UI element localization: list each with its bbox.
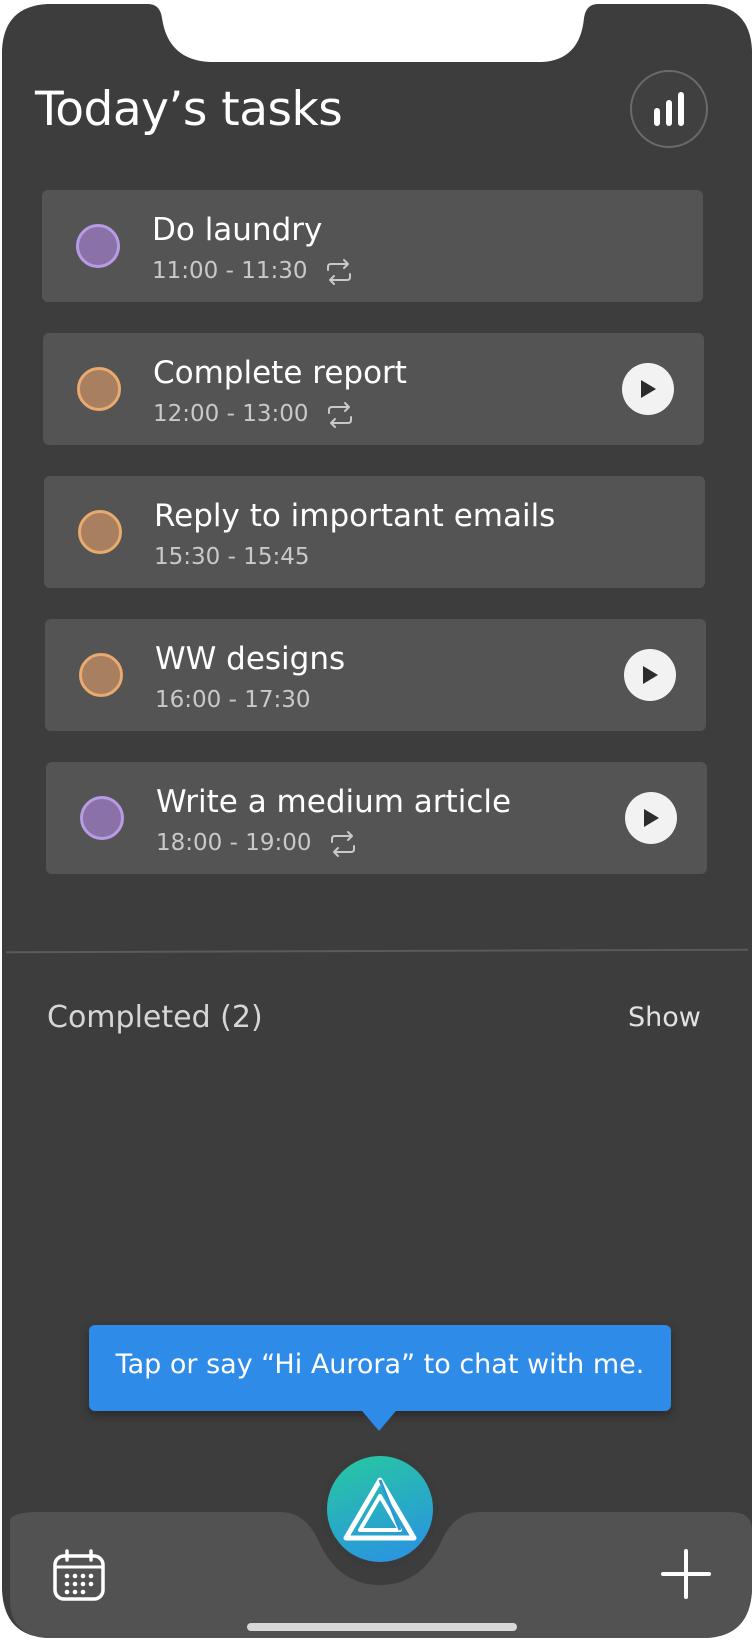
assistant-tooltip: Tap or say “Hi Aurora” to chat with me. — [89, 1325, 671, 1411]
task-name: WW designs — [155, 641, 346, 677]
completed-section-label: Completed (2) — [47, 1000, 263, 1035]
task-status-dot[interactable] — [77, 367, 121, 411]
stats-button[interactable] — [630, 70, 708, 148]
task-name: Do laundry — [152, 212, 323, 248]
task-time: 15:30 - 15:45 — [154, 544, 310, 570]
play-icon — [643, 666, 658, 684]
task-name: Write a medium article — [156, 784, 512, 820]
bar-chart-icon — [654, 92, 684, 126]
task-time: 12:00 - 13:00 — [153, 401, 309, 427]
play-icon — [644, 809, 659, 827]
task-time: 18:00 - 19:00 — [156, 830, 312, 856]
task-time: 11:00 - 11:30 — [152, 258, 308, 284]
assistant-button[interactable] — [321, 1450, 439, 1568]
task-card[interactable]: Reply to important emails 15:30 - 15:45 — [44, 476, 705, 588]
aurora-logo-icon — [343, 1477, 417, 1541]
play-button[interactable] — [625, 792, 677, 844]
task-status-dot[interactable] — [80, 796, 124, 840]
home-indicator[interactable] — [247, 1623, 517, 1631]
repeat-icon — [331, 831, 355, 857]
add-task-button[interactable] — [660, 1548, 712, 1600]
assistant-tooltip-text: Tap or say “Hi Aurora” to chat with me. — [115, 1349, 645, 1380]
play-button[interactable] — [622, 363, 674, 415]
repeat-icon — [327, 259, 351, 285]
task-name: Complete report — [153, 355, 407, 391]
task-card[interactable]: Do laundry 11:00 - 11:30 — [42, 190, 703, 302]
play-button[interactable] — [624, 649, 676, 701]
play-icon — [641, 380, 656, 398]
task-name: Reply to important emails — [154, 498, 556, 534]
task-status-dot[interactable] — [76, 224, 120, 268]
task-card[interactable]: WW designs 16:00 - 17:30 — [45, 619, 706, 731]
calendar-button[interactable] — [52, 1548, 106, 1602]
calendar-icon — [53, 1549, 105, 1601]
plus-icon — [661, 1549, 711, 1599]
task-status-dot[interactable] — [79, 653, 123, 697]
task-card[interactable]: Complete report 12:00 - 13:00 — [43, 333, 704, 445]
page-title: Today’s tasks — [35, 82, 343, 137]
task-status-dot[interactable] — [78, 510, 122, 554]
assistant-tooltip-pointer — [357, 1405, 401, 1431]
task-card[interactable]: Write a medium article 18:00 - 19:00 — [46, 762, 707, 874]
repeat-icon — [328, 402, 352, 428]
task-time: 16:00 - 17:30 — [155, 687, 311, 713]
show-completed-button[interactable]: Show — [628, 1002, 701, 1033]
